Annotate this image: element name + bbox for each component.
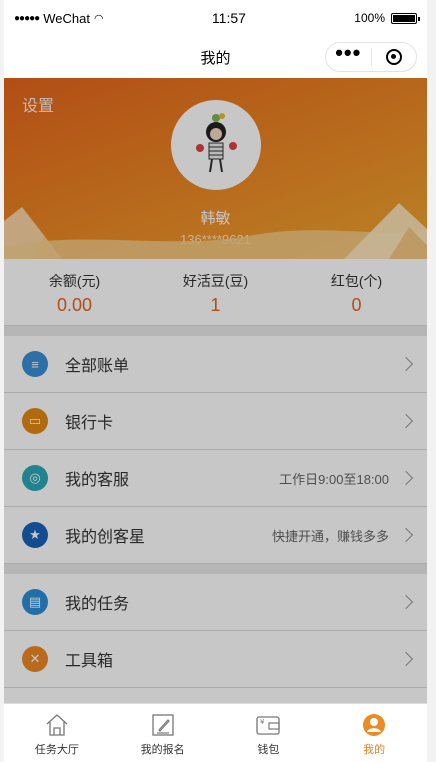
star-person-icon: ★: [22, 522, 48, 548]
menu-item-toolbox[interactable]: ✕ 工具箱: [4, 631, 427, 688]
menu-item-bank-card[interactable]: ▭ 银行卡: [4, 393, 427, 450]
chevron-right-icon: [398, 356, 414, 372]
section-divider: [4, 326, 427, 336]
avatar[interactable]: [171, 100, 261, 190]
promo-hint: 快捷开通，赚钱多多: [271, 528, 389, 544]
menu-item-label: 我的客服: [65, 472, 130, 489]
chevron-right-icon: [398, 594, 414, 610]
more-icon[interactable]: •••: [326, 42, 371, 66]
menu-item-customer-service[interactable]: ◎ 我的客服 工作日9:00至18:00: [4, 450, 427, 507]
stat-balance[interactable]: 余额(元) 0.00: [4, 271, 145, 325]
menu-item-maker-star[interactable]: ★ 我的创客星 快捷开通，赚钱多多: [4, 507, 427, 564]
edit-icon: [151, 714, 174, 736]
stat-value: 0: [351, 295, 362, 315]
menu-item-my-tasks[interactable]: ▤ 我的任务: [4, 574, 427, 631]
stat-beans[interactable]: 好活豆(豆) 1: [145, 271, 286, 325]
menu-item-label: 全部账单: [65, 358, 130, 375]
menu-item-all-bills[interactable]: ≡ 全部账单: [4, 336, 427, 393]
tab-label: 任务大厅: [34, 744, 79, 756]
menu-item-label: 我的创客星: [65, 529, 146, 546]
chevron-right-icon: [398, 470, 414, 486]
chevron-right-icon: [398, 651, 414, 667]
wallet-icon: ¥: [256, 716, 281, 735]
balance-stats: 余额(元) 0.00 好活豆(豆) 1 红包(个) 0: [4, 259, 427, 326]
tab-label: 我的报名: [140, 744, 185, 756]
stat-red-packets[interactable]: 红包(个) 0: [286, 271, 427, 325]
close-miniprogram-button[interactable]: [372, 49, 417, 65]
target-icon: [385, 49, 402, 65]
chevron-right-icon: [398, 527, 414, 543]
settings-link[interactable]: 设置: [22, 92, 54, 116]
page-title: 我的: [200, 49, 231, 67]
status-time: 11:57: [211, 10, 246, 26]
stat-value: 0.00: [56, 295, 93, 315]
user-icon: [363, 714, 386, 736]
status-bar: ●●●●● WeChat ◠ 11:57 100%: [4, 0, 427, 36]
signal-icon: ●●●●●: [14, 12, 40, 24]
carrier-name: WeChat: [43, 10, 90, 26]
stat-label: 红包(个): [330, 273, 383, 289]
bill-icon: ≡: [22, 351, 48, 377]
wifi-icon: ◠: [93, 12, 104, 25]
menu-item-label: 我的任务: [65, 596, 130, 613]
task-icon: ▤: [22, 589, 48, 615]
stat-value: 1: [210, 295, 221, 315]
stat-label: 好活豆(豆): [182, 273, 249, 289]
menu-item-label: 工具箱: [65, 653, 114, 670]
tab-task-hall[interactable]: 任务大厅: [4, 704, 110, 762]
app-frame: ●●●●● WeChat ◠ 11:57 100% 我的 ••• 设置 韩敏 1…: [4, 0, 427, 762]
tab-label: 我的: [363, 744, 386, 756]
tab-mine[interactable]: 我的: [321, 704, 427, 762]
bank-card-icon: ▭: [22, 408, 48, 434]
chevron-right-icon: [398, 413, 414, 429]
tab-my-signups[interactable]: 我的报名: [110, 704, 216, 762]
profile-header: 设置 韩敏 136****9621: [4, 78, 427, 259]
svg-text:¥: ¥: [260, 718, 265, 726]
tab-label: 钱包: [257, 744, 280, 756]
battery-icon: [391, 12, 420, 24]
avatar-illustration: [196, 113, 237, 173]
service-hours: 工作日9:00至18:00: [279, 471, 389, 487]
headset-icon: ◎: [22, 465, 48, 491]
stat-label: 余额(元): [48, 273, 101, 289]
mountain-decoration: [4, 203, 427, 259]
home-icon: [46, 714, 68, 736]
section-divider: [4, 564, 427, 574]
tab-wallet[interactable]: ¥ 钱包: [216, 704, 322, 762]
battery-percent: 100%: [354, 11, 385, 25]
nav-bar: 我的 •••: [4, 36, 427, 78]
tab-bar: 任务大厅 我的报名 ¥ 钱包 我的: [4, 703, 427, 762]
menu-item-label: 银行卡: [65, 415, 114, 432]
miniprogram-capsule: •••: [325, 42, 417, 72]
toolbox-icon: ✕: [22, 646, 48, 672]
